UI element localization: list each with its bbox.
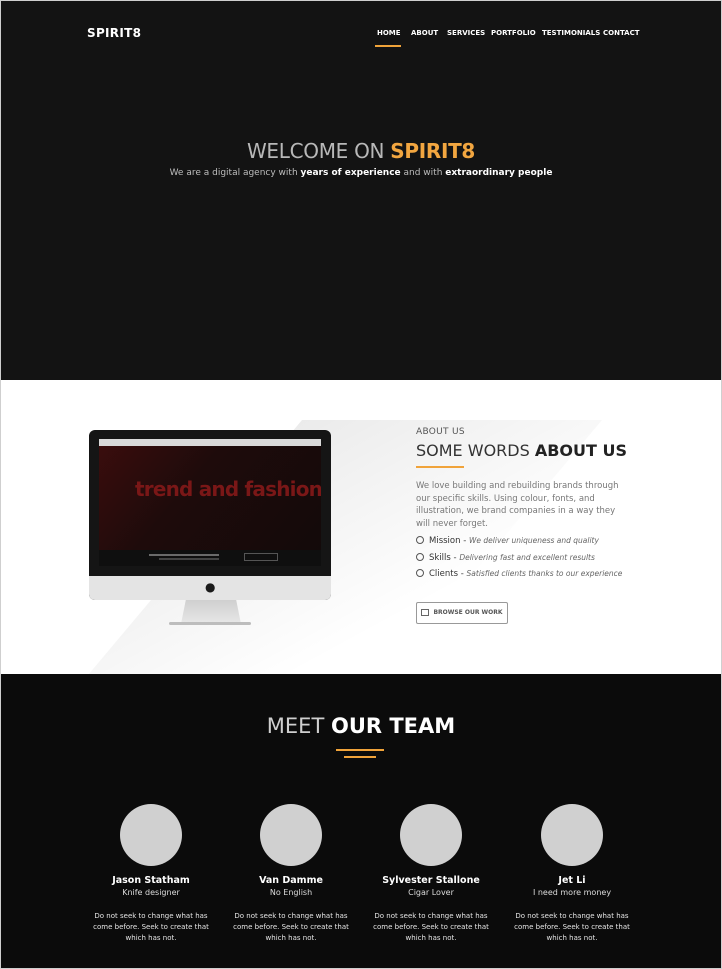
feature-name: Clients (429, 569, 459, 579)
screen-headline: trend and fashion (135, 477, 321, 501)
hero-sub-part1: We are a digital agency with (169, 168, 301, 178)
about-title-bold: ABOUT US (534, 441, 628, 460)
nav-about[interactable]: ABOUT (411, 29, 438, 37)
briefcase-icon (421, 609, 430, 616)
avatar (400, 804, 462, 866)
about-title-divider (416, 466, 464, 468)
member-bio: Do not seek to change what has come befo… (514, 912, 630, 942)
hero-title-prefix: WELCOME ON (246, 139, 391, 163)
about-title: SOME WORDS ABOUT US (416, 441, 627, 460)
browse-work-button[interactable]: BROWSE OUR WORK (416, 602, 508, 624)
hero-sub-bold1: years of experience (300, 168, 401, 178)
about-title-prefix: SOME WORDS (416, 441, 535, 460)
hero-sub-bold2: extraordinary people (445, 168, 553, 178)
feature-name: Mission (429, 536, 461, 546)
about-kicker: ABOUT US (416, 427, 465, 437)
circle-bullet-icon (416, 552, 424, 561)
team-section: MEET OUR TEAM Jason Statham Knife design… (1, 674, 721, 968)
hero-section: SPIRIT8 HOME ABOUT SERVICES PORTFOLIO TE… (1, 1, 721, 380)
apple-logo-icon: ● (205, 580, 216, 594)
monitor-screen: trend and fashion (99, 439, 321, 566)
circle-bullet-icon (416, 535, 424, 544)
screen-footer (99, 550, 321, 566)
about-section: trend and fashion ● ABOUT US SOME WORDS … (1, 380, 721, 674)
nav-home[interactable]: HOME (377, 29, 401, 37)
team-member-card: Sylvester Stallone Cigar Lover Do not se… (366, 804, 496, 944)
avatar (120, 804, 182, 866)
member-name: Van Damme (259, 875, 323, 886)
team-title-divider (336, 749, 384, 751)
member-bio: Do not seek to change what has come befo… (233, 912, 349, 942)
member-role: Knife designer (122, 888, 180, 897)
nav-portfolio[interactable]: PORTFOLIO (491, 29, 536, 37)
monitor-stand (181, 600, 241, 624)
circle-bullet-icon (416, 568, 424, 577)
nav-contact[interactable]: CONTACT (603, 29, 640, 37)
feature-name: Skills (429, 553, 451, 563)
feature-mission: Mission - We deliver uniqueness and qual… (416, 535, 599, 546)
team-title-bold: OUR TEAM (330, 714, 456, 738)
member-role: No English (269, 888, 313, 897)
member-name: Sylvester Stallone (382, 875, 480, 886)
member-name: Jason Statham (112, 875, 190, 886)
hero-subtitle: We are a digital agency with years of ex… (1, 168, 721, 178)
nav-active-indicator (375, 45, 401, 47)
nav-testimonials[interactable]: TESTIMONIALS (542, 29, 600, 37)
team-title: MEET OUR TEAM (1, 714, 721, 738)
browse-work-label: BROWSE OUR WORK (433, 609, 503, 616)
team-title-prefix: MEET (266, 714, 331, 738)
about-description: We love building and rebuilding brands t… (416, 481, 619, 529)
member-name: Jet Li (558, 875, 586, 886)
monitor-illustration: trend and fashion ● (89, 430, 331, 600)
hero-sub-part2: and with (400, 168, 446, 178)
member-bio: Do not seek to change what has come befo… (93, 912, 209, 942)
feature-clients: Clients - Satisfied clients thanks to ou… (416, 568, 623, 579)
hero-title: WELCOME ON SPIRIT8 (1, 139, 721, 163)
screen-footer-button (244, 553, 278, 561)
site-logo[interactable]: SPIRIT8 (87, 26, 141, 40)
feature-desc: Satisfied clients thanks to our experien… (466, 569, 623, 578)
avatar (541, 804, 603, 866)
avatar (260, 804, 322, 866)
hero-title-accent: SPIRIT8 (390, 139, 476, 163)
monitor-chin: ● (89, 576, 331, 600)
screen-browser-bar (99, 439, 321, 446)
feature-desc: We deliver uniqueness and quality (469, 536, 599, 545)
monitor-stand-base (169, 622, 251, 625)
team-member-card: Jet Li I need more money Do not seek to … (507, 804, 637, 944)
feature-skills: Skills - Delivering fast and excellent r… (416, 552, 595, 563)
feature-desc: Delivering fast and excellent results (459, 553, 595, 562)
team-title-divider (344, 756, 376, 758)
member-role: Cigar Lover (408, 888, 454, 897)
team-member-card: Van Damme No English Do not seek to chan… (226, 804, 356, 944)
nav-services[interactable]: SERVICES (447, 29, 485, 37)
member-role: I need more money (532, 888, 612, 897)
screen-footer-line (149, 554, 219, 556)
team-member-card: Jason Statham Knife designer Do not seek… (86, 804, 216, 944)
member-bio: Do not seek to change what has come befo… (373, 912, 489, 942)
screen-footer-line (159, 558, 219, 560)
